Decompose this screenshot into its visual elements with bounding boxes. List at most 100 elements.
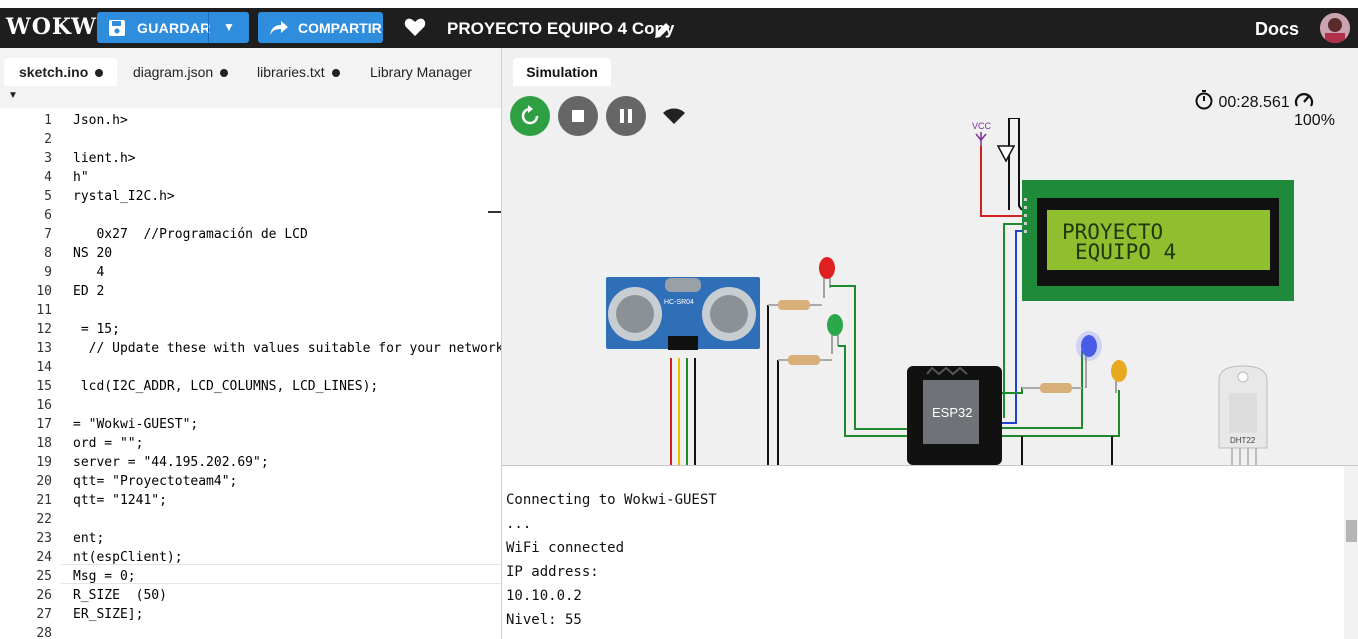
code-line: NS 20	[73, 246, 113, 261]
line-number: 7	[44, 227, 52, 242]
sim-timer-value: 00:28.561	[1218, 94, 1290, 111]
line-number: 26	[36, 588, 52, 603]
user-photo-icon	[1320, 13, 1350, 43]
wokwi-logo[interactable]: WOKWi	[6, 14, 106, 40]
tab-sketch-label: sketch.ino	[19, 64, 89, 80]
code-line: h"	[73, 170, 89, 185]
project-title[interactable]: PROYECTO EQUIPO 4 Copy	[447, 19, 674, 39]
esp32-board[interactable]: ESP32	[907, 366, 1002, 465]
tab-libraries-label: libraries.txt	[257, 64, 325, 80]
serial-line: IP address:	[506, 564, 599, 580]
ultrasonic-sensor[interactable]: HC-SR04	[606, 277, 760, 350]
serial-line: WiFi connected	[506, 540, 625, 556]
line-number: 16	[36, 398, 52, 413]
line-number: 15	[36, 379, 52, 394]
line-number: 5	[44, 189, 52, 204]
floppy-icon	[109, 20, 125, 36]
code-line: rystal_I2C.h>	[73, 189, 175, 204]
serial-scroll-thumb[interactable]	[1346, 520, 1357, 542]
share-label: COMPARTIR	[298, 20, 382, 36]
serial-line: Nivel: 55	[506, 612, 582, 628]
line-number: 22	[36, 512, 52, 527]
tab-diagram-label: diagram.json	[133, 64, 214, 80]
code-line: qtt= "1241";	[73, 493, 167, 508]
line-number: 21	[36, 493, 52, 508]
code-line: ED 2	[73, 284, 105, 299]
code-line: ord = "";	[73, 436, 144, 451]
line-number: 12	[36, 322, 52, 337]
simulation-pane: Simulation 00:28.561 100% VCC PROYECTO E…	[501, 48, 1358, 465]
resistor-2[interactable]	[778, 355, 832, 365]
gauge-icon	[1294, 93, 1314, 107]
serial-scrollbar[interactable]	[1344, 466, 1358, 639]
line-number: 24	[36, 550, 52, 565]
blue-led[interactable]	[1076, 331, 1102, 388]
code-line: = "Wokwi-GUEST";	[73, 417, 199, 432]
avatar[interactable]	[1320, 13, 1350, 43]
tab-diagram[interactable]: diagram.json	[133, 58, 229, 86]
sim-timer: 00:28.561	[1194, 90, 1290, 112]
lcd-display[interactable]: PROYECTO EQUIPO 4	[1022, 180, 1294, 301]
tab-libraries[interactable]: libraries.txt	[257, 58, 340, 86]
red-led[interactable]	[819, 257, 835, 298]
line-number: 3	[44, 151, 52, 166]
esp32-label: ESP32	[932, 405, 972, 420]
line-number: 27	[36, 607, 52, 622]
code-area[interactable]: 1 Json.h> 2 3 lient.h> 4 h" 5 rystal_I2C.h> 6 7 0x…	[0, 108, 501, 638]
chevron-down-icon[interactable]: ▼	[223, 20, 235, 34]
line-number: 17	[36, 417, 52, 432]
app-header: WOKWi GUARDAR ▼ COMPARTIR PROYECTO EQUIP…	[0, 8, 1358, 48]
serial-monitor[interactable]: Connecting to Wokwi-GUEST... WiFi connect…	[501, 465, 1358, 639]
heart-icon[interactable]	[404, 17, 426, 37]
yellow-led[interactable]	[1111, 360, 1127, 393]
line-number: 8	[44, 246, 52, 261]
code-line: 0x27 //Programación de LCD	[73, 227, 308, 242]
pencil-icon[interactable]	[653, 20, 673, 40]
save-separator	[208, 12, 209, 43]
line-number: 10	[36, 284, 52, 299]
code-editor-pane: sketch.ino diagram.json libraries.txt Li…	[0, 48, 501, 638]
code-line: 4	[73, 265, 105, 280]
unsaved-dot-icon	[220, 69, 229, 78]
editor-scroll-marker	[488, 211, 501, 213]
line-number: 6	[44, 208, 52, 223]
stopwatch-icon	[1195, 90, 1213, 110]
tab-library-manager[interactable]: Library Manager	[370, 58, 472, 86]
line-number: 4	[44, 170, 52, 185]
green-led[interactable]	[827, 314, 843, 354]
dht22-sensor[interactable]: DHT22	[1218, 365, 1268, 465]
tab-library-manager-label: Library Manager	[370, 64, 472, 80]
vcc-symbol[interactable]: VCC	[972, 121, 992, 146]
save-label: GUARDAR	[137, 20, 211, 36]
code-line: ER_SIZE];	[73, 607, 144, 622]
docs-link[interactable]: Docs	[1255, 19, 1299, 40]
tab-simulation[interactable]: Simulation	[513, 58, 611, 86]
code-line: Json.h>	[73, 113, 128, 128]
resistor-3[interactable]	[1022, 383, 1082, 393]
circuit-canvas[interactable]: VCC PROYECTO EQUIPO 4 HC-SR04 ESP32 DHT2…	[502, 118, 1358, 465]
share-button[interactable]: COMPARTIR	[258, 12, 383, 43]
vcc-label: VCC	[972, 121, 992, 131]
ultrasonic-label: HC-SR04	[664, 299, 694, 306]
line-number: 18	[36, 436, 52, 451]
serial-line: ...	[506, 516, 532, 532]
save-button[interactable]: GUARDAR ▼	[97, 12, 249, 43]
top-strip	[0, 0, 1358, 8]
line-number: 28	[36, 626, 52, 638]
line-number: 9	[44, 265, 52, 280]
line-number: 14	[36, 360, 52, 375]
code-line: lcd(I2C_ADDR, LCD_COLUMNS, LCD_LINES);	[73, 379, 379, 394]
line-number: 20	[36, 474, 52, 489]
code-line: // Update these with values suitable for…	[73, 341, 501, 356]
code-line: ent;	[73, 531, 105, 546]
code-line: = 15;	[73, 322, 120, 337]
tabs-menu-chevron-icon[interactable]: ▼	[8, 90, 18, 101]
code-line: server = "44.195.202.69";	[73, 455, 269, 470]
line-number: 19	[36, 455, 52, 470]
tab-sketch[interactable]: sketch.ino	[4, 58, 117, 86]
serial-line: 10.10.0.2	[506, 588, 582, 604]
line-number: 1	[44, 113, 52, 128]
code-line: R_SIZE (50)	[73, 588, 167, 603]
ground-icon	[996, 145, 1016, 163]
resistor-1[interactable]	[768, 300, 822, 310]
